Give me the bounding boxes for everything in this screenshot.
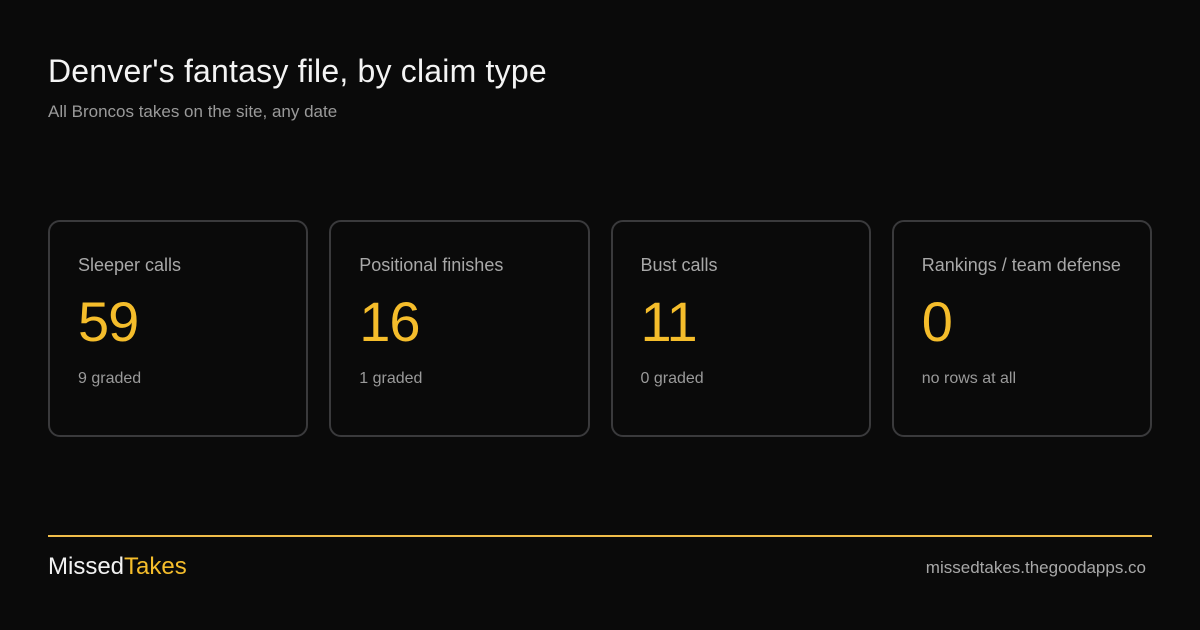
header: Denver's fantasy file, by claim type All… (48, 52, 1152, 123)
footer-divider (48, 535, 1152, 537)
brand-name-part1: Missed (48, 553, 125, 580)
stat-card-value: 59 (78, 290, 139, 353)
page-title: Denver's fantasy file, by claim type (48, 53, 547, 89)
stat-card-note: 1 graded (359, 370, 423, 387)
page-subtitle: All Broncos takes on the site, any date (48, 102, 338, 121)
stat-card-label: Bust calls (640, 255, 718, 275)
stat-card-note: 0 graded (640, 370, 704, 387)
stat-card-label: Rankings / team defense (921, 255, 1121, 275)
brand-logo: MissedTakes (48, 553, 187, 581)
stat-card-rankings-team-defense: Rankings / team defense 0 no rows at all (891, 220, 1152, 437)
site-url: missedtakes.thegoodapps.co (925, 558, 1146, 577)
stat-card-sleeper-calls: Sleeper calls 59 9 graded (48, 220, 309, 437)
stat-card-value: 11 (640, 290, 698, 353)
stat-card-value: 16 (359, 290, 420, 353)
stat-card-label: Positional finishes (359, 255, 504, 275)
stat-card-bust-calls: Bust calls 11 0 graded (610, 220, 871, 437)
stat-card-positional-finishes: Positional finishes 16 1 graded (329, 220, 590, 437)
stat-card-value: 0 (921, 290, 953, 353)
stat-card-note: no rows at all (921, 370, 1017, 387)
stat-card-label: Sleeper calls (78, 255, 182, 275)
stat-card-note: 9 graded (78, 370, 142, 387)
stat-cards: Sleeper calls 59 9 graded Positional fin… (48, 220, 1152, 437)
brand-name-part2: Takes (124, 553, 187, 580)
